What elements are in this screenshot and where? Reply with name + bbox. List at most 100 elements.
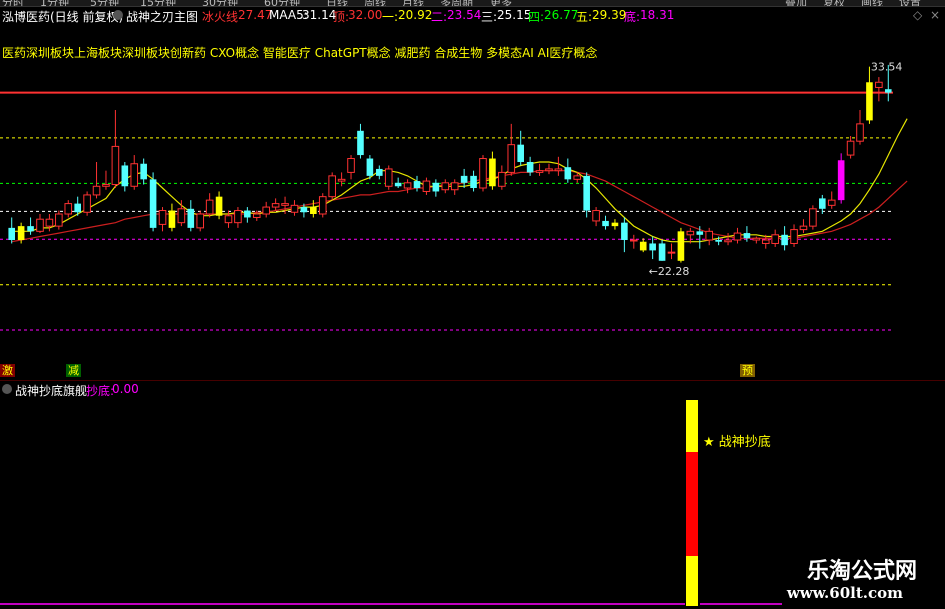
period-tab-6[interactable]: 日线: [326, 0, 348, 6]
di-label: 底:: [624, 10, 641, 24]
close-icon[interactable]: ×: [930, 8, 940, 22]
ma20-line: [11, 170, 908, 243]
candle-body: [761, 239, 770, 244]
marker-right: 预: [740, 364, 755, 377]
candle-body: [696, 231, 704, 235]
period-tab-9[interactable]: 多周期: [440, 0, 473, 6]
ding-value: 32.00: [348, 8, 383, 22]
tool-tab-0[interactable]: 叠加: [785, 0, 807, 6]
high-price-label: 33.54: [871, 61, 903, 74]
candle-body: [262, 206, 271, 215]
candle-body: [846, 140, 855, 156]
candle-body: [771, 234, 779, 244]
candle-body: [733, 232, 742, 241]
candle-body: [724, 239, 732, 243]
candle-body: [470, 175, 477, 188]
candle-body: [432, 182, 440, 192]
candle-body: [205, 199, 214, 215]
period-tab-0[interactable]: 分时: [2, 0, 24, 6]
candle-body: [394, 182, 402, 187]
candle-body: [177, 208, 186, 224]
candle-body: [215, 196, 223, 216]
candle-body: [366, 158, 374, 176]
di-value: 18.31: [640, 8, 675, 22]
stock-name[interactable]: 泓博医药(日线 前复权): [2, 8, 123, 25]
period-toolbar: 分时 1分钟 5分钟 15分钟 30分钟 60分钟 日线 周线 月线 多周期 更多 叠加 复权 画线 设置: [0, 0, 945, 7]
candle-body: [819, 198, 826, 209]
candle-body: [554, 168, 563, 172]
si-label: 四:: [528, 10, 545, 24]
candle-body: [376, 168, 383, 176]
maa5-value: 31.14: [302, 8, 337, 22]
wu-label: 五:: [576, 10, 593, 24]
candle-body: [790, 229, 798, 244]
period-tab-10[interactable]: 更多: [490, 0, 512, 6]
candle-body: [36, 218, 44, 232]
candle-body: [271, 203, 280, 208]
tool-tab-1[interactable]: 复权: [823, 0, 845, 6]
low-price-label: ←22.28: [649, 265, 690, 278]
period-tab-1[interactable]: 1分钟: [40, 0, 69, 6]
candle-body: [799, 225, 808, 231]
candle-body: [564, 167, 572, 180]
signal-label: ★ 战神抄底: [703, 434, 771, 450]
candle-body: [55, 213, 63, 227]
period-tab-3[interactable]: 15分钟: [140, 0, 176, 6]
period-tab-7[interactable]: 周线: [364, 0, 386, 6]
candle-body: [384, 168, 393, 187]
yi-label: 一:: [382, 10, 399, 24]
candle-body: [45, 218, 54, 227]
candle-body: [450, 182, 459, 191]
yi-value: 20.92: [398, 8, 433, 22]
period-tab-8[interactable]: 月线: [402, 0, 424, 6]
candle-body: [422, 180, 431, 192]
candle-body: [526, 162, 534, 173]
candle-body: [752, 237, 761, 241]
marker-mid: 减: [66, 364, 81, 377]
tool-tab-2[interactable]: 画线: [861, 0, 883, 6]
candle-body: [479, 158, 487, 189]
candle-body: [196, 213, 205, 229]
candle-body: [583, 175, 590, 211]
tool-tab-3[interactable]: 设置: [899, 0, 921, 6]
watermark-cn: 乐淘公式网: [806, 558, 917, 584]
candle-body: [677, 231, 685, 261]
candle-body: [290, 204, 299, 213]
candle-body: [489, 158, 496, 187]
candle-body: [64, 203, 73, 215]
candle-body: [187, 208, 195, 228]
candle-body: [866, 82, 873, 121]
candle-body: [658, 243, 666, 261]
er-label: 二:: [431, 10, 448, 24]
candle-body: [244, 210, 251, 218]
main-candle-chart[interactable]: 33.54 ←22.28: [0, 26, 945, 356]
watermark-url: www.60lt.com: [786, 584, 903, 602]
period-tab-2[interactable]: 5分钟: [90, 0, 119, 6]
candle-body: [403, 182, 412, 189]
candle-body: [639, 241, 647, 251]
indicator-name[interactable]: 战神之刃主图: [126, 8, 198, 25]
candle-body: [827, 199, 836, 206]
candle-body: [83, 194, 91, 213]
candle-body: [158, 210, 167, 225]
candle-body: [573, 175, 582, 180]
candle-body: [149, 179, 157, 228]
candle-body: [8, 227, 16, 240]
period-tab-4[interactable]: 30分钟: [202, 0, 238, 6]
candle-body: [621, 222, 628, 240]
candle-body: [252, 213, 261, 218]
candle-body: [17, 226, 25, 240]
candle-body: [168, 210, 176, 228]
candle-body: [337, 178, 346, 182]
up-arrow-icon[interactable]: ◇: [913, 8, 922, 22]
candle-body: [715, 240, 722, 242]
sub-indicator-chart[interactable]: ★ 战神抄底: [0, 380, 945, 609]
candle-body: [300, 207, 308, 213]
period-tab-5[interactable]: 60分钟: [264, 0, 300, 6]
candle-body: [535, 170, 544, 173]
candle-body: [74, 203, 81, 213]
candle-body: [27, 226, 34, 232]
candle-body: [441, 182, 450, 191]
candle-body: [140, 163, 147, 180]
ma5-line: [11, 118, 908, 243]
